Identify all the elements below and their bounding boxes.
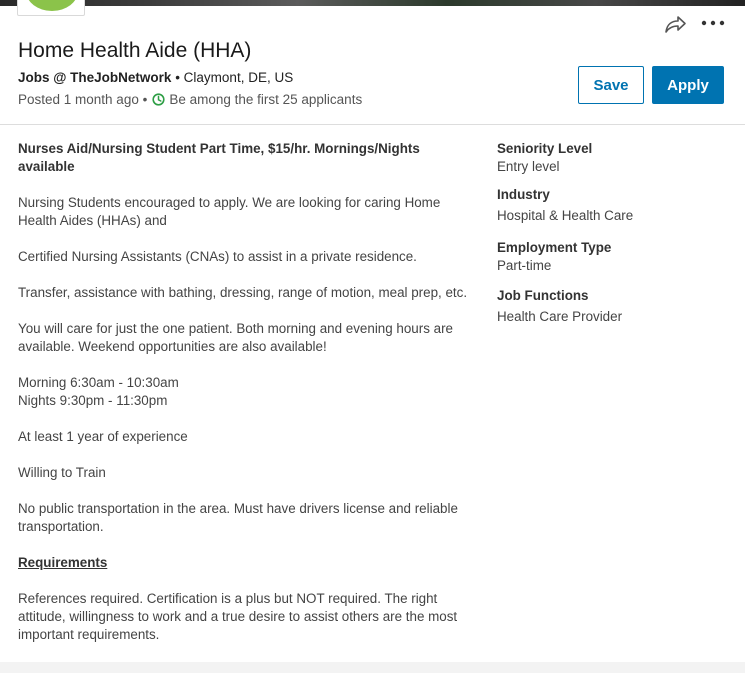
company-name[interactable]: Jobs @ TheJobNetwork <box>18 70 171 85</box>
separator: • <box>171 70 184 85</box>
criteria-label: Job Functions <box>497 288 589 303</box>
criteria-label: Employment Type <box>497 240 612 255</box>
requirements-text: References required. Certification is a … <box>18 591 458 642</box>
job-location: Claymont, DE, US <box>183 70 294 85</box>
share-icon[interactable] <box>663 14 687 34</box>
job-criteria: Seniority Level Entry level Industry Hos… <box>497 140 727 336</box>
bottom-edge <box>0 662 745 673</box>
description-paragraph: You will care for just the one patient. … <box>18 321 453 354</box>
schedule-nights: Nights 9:30pm - 11:30pm <box>18 393 168 408</box>
save-button[interactable]: Save <box>578 66 644 104</box>
apply-button[interactable]: Apply <box>652 66 724 104</box>
criteria-label: Seniority Level <box>497 141 593 156</box>
posted-date: Posted 1 month ago <box>18 92 139 107</box>
description-paragraph: Certified Nursing Assistants (CNAs) to a… <box>18 249 417 264</box>
transportation-note: No public transportation in the area. Mu… <box>18 501 458 534</box>
criteria-label: Industry <box>497 187 550 202</box>
requirements-heading: Requirements <box>18 555 108 570</box>
posted-line: Posted 1 month ago • Be among the first … <box>18 92 362 107</box>
header-banner <box>0 0 745 6</box>
company-logo: JOB <box>17 0 85 16</box>
description-paragraph: Transfer, assistance with bathing, dress… <box>18 285 468 300</box>
experience-requirement: At least 1 year of experience <box>18 429 188 444</box>
clock-icon <box>152 93 165 106</box>
criteria-industry: Industry Hospital & Health Care <box>497 186 727 225</box>
training-note: Willing to Train <box>18 465 106 480</box>
criteria-job-functions: Job Functions Health Care Provider <box>497 287 727 326</box>
applicant-count: Be among the first 25 applicants <box>169 92 363 107</box>
criteria-seniority: Seniority Level Entry level <box>497 140 727 176</box>
separator: • <box>138 92 148 107</box>
job-description: Nurses Aid/Nursing Student Part Time, $1… <box>18 140 476 662</box>
description-paragraph: Nursing Students encouraged to apply. We… <box>18 195 441 228</box>
criteria-value: Entry level <box>497 159 560 174</box>
schedule: Morning 6:30am - 10:30am Nights 9:30pm -… <box>18 374 476 410</box>
criteria-value: Part-time <box>497 258 552 273</box>
more-icon[interactable] <box>700 12 726 32</box>
criteria-value: Hospital & Health Care <box>497 208 634 223</box>
criteria-employment-type: Employment Type Part-time <box>497 239 727 275</box>
description-headline: Nurses Aid/Nursing Student Part Time, $1… <box>18 141 420 174</box>
divider <box>0 124 745 125</box>
job-title: Home Health Aide (HHA) <box>18 39 252 62</box>
schedule-morning: Morning 6:30am - 10:30am <box>18 375 179 390</box>
company-logo-mark: JOB <box>26 0 78 11</box>
criteria-value: Health Care Provider <box>497 309 623 324</box>
company-line: Jobs @ TheJobNetwork • Claymont, DE, US <box>18 70 293 85</box>
